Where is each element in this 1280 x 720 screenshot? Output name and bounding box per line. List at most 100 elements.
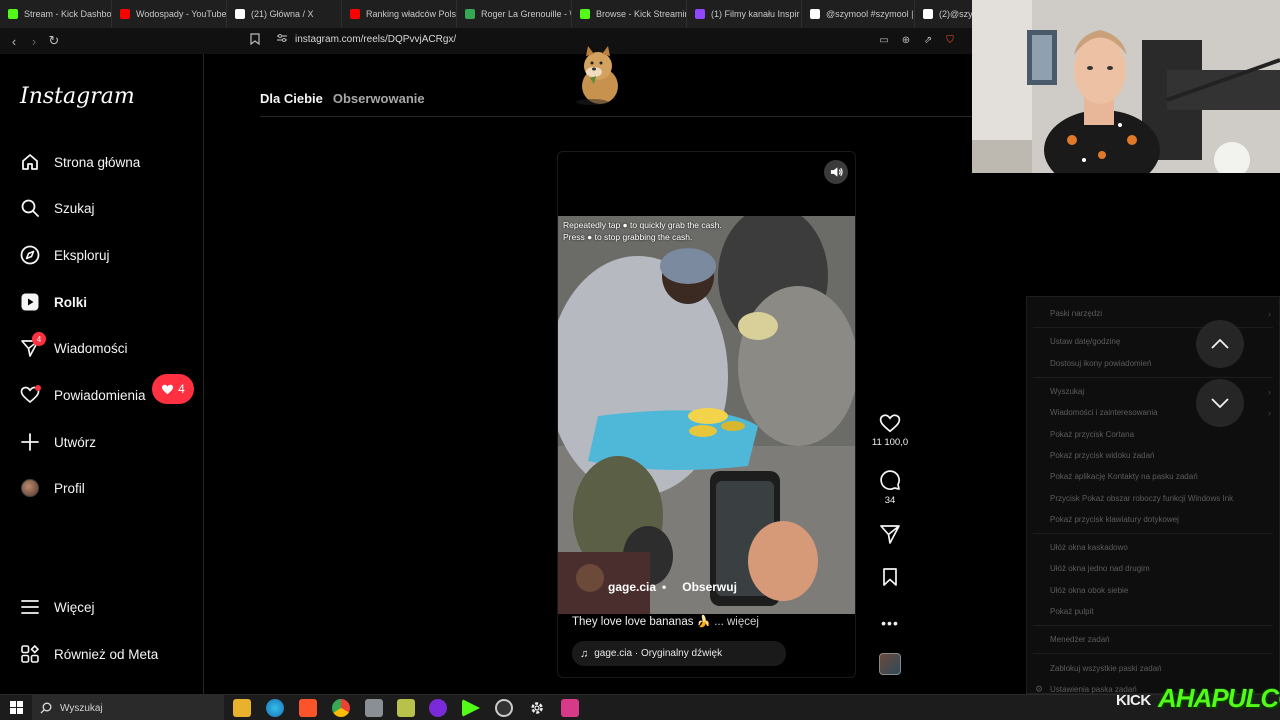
url-text[interactable]: instagram.com/reels/DQPvvjACRgx/ [295, 34, 456, 45]
nav-create-label: Utwórz [54, 434, 97, 450]
follow-button[interactable]: Obserwuj [682, 580, 737, 594]
brave-shield-icon[interactable]: ⛉ [942, 32, 958, 48]
tab-following[interactable]: Obserwowanie [333, 91, 425, 106]
kick-logo: KICK [1116, 692, 1151, 709]
context-menu-item[interactable]: Pokaż przycisk Cortana [1027, 423, 1279, 444]
reels-icon [20, 292, 40, 312]
hamburger-icon [20, 597, 40, 617]
nav-reels[interactable]: Rolki [20, 290, 87, 314]
feed-tabs: Dla Ciebie Obserwowanie [260, 91, 425, 106]
browser-tab[interactable]: (1) Filmy kanału Inspir [687, 0, 802, 28]
file-explorer-icon[interactable] [233, 699, 251, 717]
nav-notifications[interactable]: Powiadomienia [20, 383, 146, 407]
webcam-overlay [972, 0, 1280, 173]
tiktok-icon [923, 9, 933, 19]
context-menu-item[interactable]: Pokaż aplikację Kontakty na pasku zadań [1027, 466, 1279, 487]
context-menu-item-label: Zablokuj wszystkie paski zadań [1050, 663, 1162, 673]
instagram-logo[interactable]: Instagram [20, 84, 135, 109]
like-action[interactable]: 11 100,0 [866, 413, 914, 448]
nav-more-label: Więcej [54, 599, 95, 615]
windows-start-icon[interactable] [10, 701, 23, 719]
previous-reel-button[interactable] [1196, 320, 1244, 368]
nav-profile[interactable]: Profil [20, 476, 85, 500]
bookmark-icon[interactable] [250, 33, 260, 48]
browser-tab[interactable]: (21) Główna / X [227, 0, 342, 28]
obs-icon[interactable] [429, 699, 447, 717]
context-menu-item-label: Ustaw datę/godzinę [1050, 337, 1121, 347]
context-menu-item-label: Pokaż aplikację Kontakty na pasku zadań [1050, 472, 1198, 482]
audio-chip[interactable]: ♫ gage.cia · Oryginalny dźwięk [572, 641, 786, 666]
chrome-icon[interactable] [332, 699, 350, 717]
browser-tab[interactable]: Ranking władców Polsk [342, 0, 457, 28]
browser-tab-label: Browse - Kick Streamin [596, 9, 687, 19]
context-menu-item[interactable]: Dostosuj ikony powiadomień [1027, 353, 1279, 374]
nav-more[interactable]: Więcej [20, 595, 95, 619]
caption-more-link[interactable]: ... więcej [714, 616, 759, 628]
app-icon-2[interactable] [397, 699, 415, 717]
nav-explore-label: Eksploruj [54, 247, 110, 263]
kick-app-icon[interactable] [462, 699, 480, 717]
settings-gear-icon[interactable] [528, 699, 546, 717]
windows-taskbar: Wyszukaj [0, 694, 1280, 720]
browser-tab[interactable]: (2)@szym [915, 0, 975, 28]
next-reel-button[interactable] [1196, 379, 1244, 427]
app-icon-1[interactable] [365, 699, 383, 717]
nav-home[interactable]: Strona główna [20, 150, 140, 174]
tab-for-you[interactable]: Dla Ciebie [260, 91, 323, 106]
browser-tab-label: @szymool #szymool | [826, 9, 914, 19]
audio-thumbnail [879, 653, 901, 675]
author-username[interactable]: gage.cia [608, 580, 656, 594]
site-info-icon[interactable] [276, 33, 288, 46]
browser-tab[interactable]: Browse - Kick Streamin [572, 0, 687, 28]
reload-button[interactable]: ↻ [44, 31, 64, 51]
nav-messages[interactable]: 4 Wiadomości [20, 332, 128, 360]
context-menu-item[interactable]: Zablokuj wszystkie paski zadań [1027, 657, 1279, 678]
context-menu-item[interactable]: Ułóż okna jedno nad drugim [1027, 558, 1279, 579]
notifications-popup-pill[interactable]: 4 [152, 374, 194, 404]
context-menu-item[interactable]: Pokaż pulpit [1027, 601, 1279, 622]
comment-action[interactable]: 34 [866, 469, 914, 506]
context-menu-item[interactable]: Pokaż przycisk klawiatury dotykowej [1027, 509, 1279, 530]
browser-tab[interactable]: Wodospady - YouTube [112, 0, 227, 28]
nav-explore[interactable]: Eksploruj [20, 243, 110, 267]
ellipsis-icon: ••• [881, 615, 899, 631]
context-menu-item[interactable]: Pokaż przycisk widoku zadań [1027, 445, 1279, 466]
reel-video[interactable]: Repeatedly tap ● to quickly grab the cas… [558, 216, 855, 614]
more-options-action[interactable]: ••• [866, 615, 914, 631]
back-button[interactable]: ‹ [4, 31, 24, 51]
browser-tab[interactable]: Roger La Grenouille - \ [457, 0, 572, 28]
heart-outline-icon [879, 414, 901, 433]
share-icon[interactable]: ⇗ [920, 32, 936, 48]
bookmark-icon [883, 568, 897, 586]
context-menu-item[interactable]: Ułóż okna kaskadowo [1027, 537, 1279, 558]
cast-icon[interactable]: ▭ [876, 32, 892, 48]
brave-icon[interactable] [299, 699, 317, 717]
browser-tab-label: (1) Filmy kanału Inspir [711, 9, 800, 19]
save-action[interactable] [866, 567, 914, 587]
app-icon-3[interactable] [495, 699, 513, 717]
context-menu-item[interactable]: Paski narzędzi › [1027, 303, 1279, 324]
mute-toggle-button[interactable] [824, 160, 848, 184]
taskbar-search-box[interactable]: Wyszukaj [32, 695, 224, 720]
browser-tab-label: Wodospady - YouTube [136, 9, 227, 19]
context-menu-item[interactable]: Menedżer zadań [1027, 629, 1279, 650]
chevron-down-icon [1211, 398, 1229, 408]
speaker-icon [830, 167, 843, 177]
forward-button[interactable]: › [24, 31, 44, 51]
browser-tab[interactable]: @szymool #szymool | [802, 0, 915, 28]
browser-tab[interactable]: Stream - Kick Dashbo [0, 0, 112, 28]
context-menu-item[interactable]: Przycisk Pokaż obszar roboczy funkcji Wi… [1027, 487, 1279, 508]
notification-dot [35, 385, 41, 391]
nav-also-from-meta[interactable]: Również od Meta [20, 642, 158, 666]
nav-create[interactable]: Utwórz [20, 430, 96, 454]
browser-tab-label: (2)@szym [939, 9, 974, 19]
reel-player[interactable]: Repeatedly tap ● to quickly grab the cas… [557, 151, 856, 678]
audio-thumbnail-action[interactable] [866, 653, 914, 675]
nav-search[interactable]: Szukaj [20, 196, 95, 220]
context-menu-item-label: Pokaż przycisk Cortana [1050, 429, 1135, 439]
zoom-icon[interactable]: ⊕ [898, 32, 914, 48]
share-action[interactable] [866, 523, 914, 545]
app-icon-4[interactable] [561, 699, 579, 717]
context-menu-item[interactable]: Ułóż okna obok siebie [1027, 580, 1279, 601]
edge-icon[interactable] [266, 699, 284, 717]
